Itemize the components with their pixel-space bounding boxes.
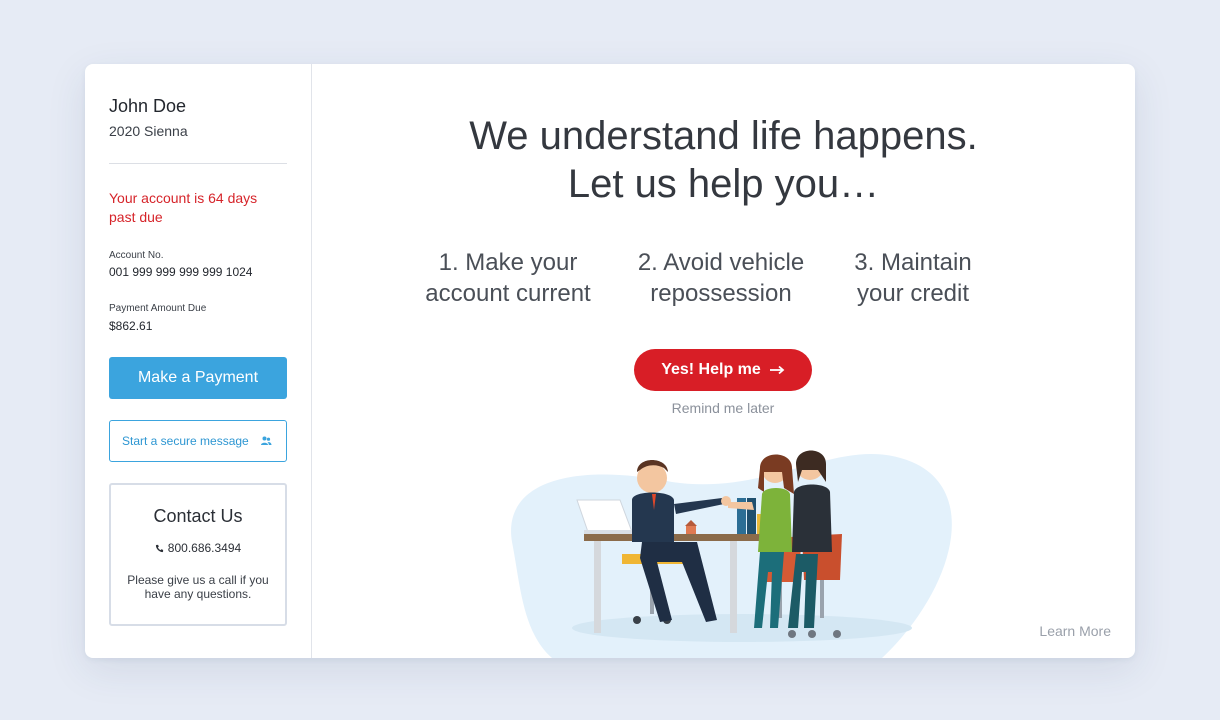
secure-message-label: Start a secure message [122, 434, 249, 448]
account-number-label: Account No. [109, 250, 164, 261]
users-icon [261, 436, 272, 445]
customer-name: John Doe [109, 96, 187, 116]
make-payment-button[interactable]: Make a Payment [109, 357, 287, 399]
headline-line-2: Let us help you… [567, 162, 880, 206]
page-headline: We understand life happens. Let us help … [312, 112, 1135, 208]
step-item: 3. Maintain your credit [838, 247, 988, 309]
step-line-1: 2. Avoid vehicle [637, 249, 805, 276]
help-panel: We understand life happens. Let us help … [312, 64, 1135, 658]
step-line-2: account current [425, 280, 591, 307]
sidebar-divider [109, 163, 287, 164]
payment-amount-label: Payment Amount Due [109, 303, 207, 314]
help-me-button[interactable]: Yes! Help me [634, 349, 812, 391]
phone-icon [155, 544, 163, 552]
learn-more-link[interactable]: Learn More [1039, 623, 1111, 639]
arrow-right-icon [769, 365, 785, 375]
payment-amount-value: $862.61 [109, 319, 153, 333]
help-me-label: Yes! Help me [661, 361, 761, 378]
step-line-2: repossession [650, 280, 792, 307]
contact-note: Please give us a call if you have any qu… [127, 573, 269, 601]
step-line-1: 1. Make your [438, 249, 578, 276]
step-item: 1. Make your account current [408, 247, 608, 309]
contact-phone-number: 800.686.3494 [167, 541, 242, 555]
vehicle-name: 2020 Sienna [109, 123, 188, 139]
account-sidebar: John Doe 2020 Sienna Your account is 64 … [85, 64, 312, 658]
step-line-1: 3. Maintain [854, 249, 972, 276]
remind-me-later-link[interactable]: Remind me later [634, 400, 812, 416]
contact-us-box: Contact Us 800.686.3494 Please give us a… [109, 483, 287, 626]
step-line-2: your credit [856, 280, 970, 307]
contact-phone-row[interactable]: 800.686.3494 [111, 541, 285, 555]
step-item: 2. Avoid vehicle repossession [626, 247, 816, 309]
headline-line-1: We understand life happens. [469, 114, 978, 158]
make-payment-label: Make a Payment [137, 369, 259, 386]
dashboard-card: John Doe 2020 Sienna Your account is 64 … [85, 64, 1135, 658]
secure-message-button[interactable]: Start a secure message [109, 420, 287, 462]
past-due-alert: Your account is 64 days past due [109, 190, 258, 225]
contact-us-title: Contact Us [153, 506, 243, 526]
office-meeting-illustration [511, 450, 952, 658]
account-number-value: 001 999 999 999 999 1024 [109, 265, 253, 279]
